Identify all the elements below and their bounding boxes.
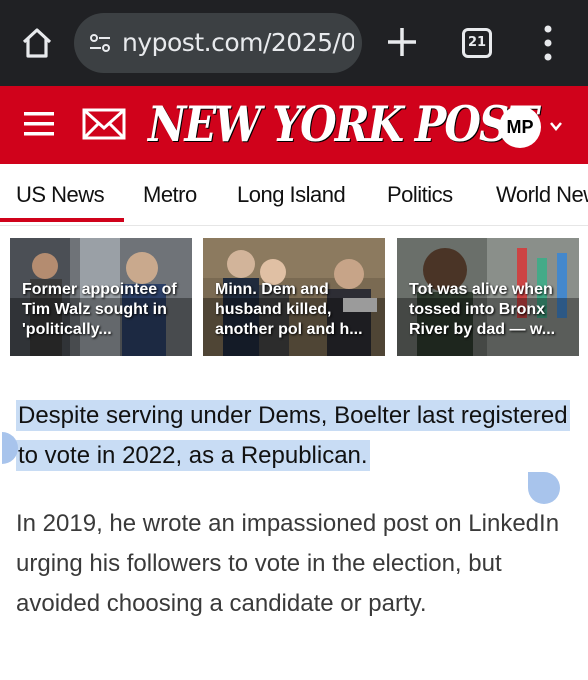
nav-item-metro[interactable]: Metro — [143, 182, 197, 208]
mail-icon[interactable] — [82, 108, 126, 140]
home-icon[interactable] — [20, 26, 54, 60]
address-bar[interactable]: nypost.com/2025/0 — [74, 13, 362, 73]
plus-icon[interactable] — [384, 24, 420, 60]
chevron-down-icon[interactable] — [549, 119, 563, 133]
active-tab-indicator — [0, 218, 124, 222]
nav-item-politics[interactable]: Politics — [387, 182, 453, 208]
story-card[interactable]: Former appointee of Tim Walz sought in '… — [10, 238, 192, 356]
browser-toolbar: nypost.com/2025/0 21 — [0, 0, 588, 86]
text-selection[interactable]: Despite serving under Dems, Boelter last… — [16, 400, 570, 471]
story-headline[interactable]: Tot was alive when tossed into Bronx Riv… — [409, 280, 571, 340]
site-header: NEW YORK POST MP — [0, 86, 588, 164]
tab-count: 21 — [467, 35, 487, 50]
url-text[interactable]: nypost.com/2025/0 — [122, 28, 354, 57]
story-card[interactable]: Tot was alive when tossed into Bronx Riv… — [397, 238, 579, 356]
article-paragraph[interactable]: In 2019, he wrote an impassioned post on… — [16, 504, 576, 624]
story-headline[interactable]: Minn. Dem and husband killed, another po… — [215, 280, 377, 340]
article-body: Despite serving under Dems, Boelter last… — [0, 380, 588, 680]
story-card[interactable]: Minn. Dem and husband killed, another po… — [203, 238, 385, 356]
hamburger-icon[interactable] — [24, 109, 54, 139]
nav-item-world-news[interactable]: World News — [496, 182, 588, 208]
selection-end-handle[interactable] — [528, 472, 560, 504]
section-nav: US News Metro Long Island Politics World… — [0, 164, 588, 226]
more-vert-icon[interactable] — [538, 24, 558, 62]
tune-icon[interactable] — [88, 31, 112, 55]
story-headline[interactable]: Former appointee of Tim Walz sought in '… — [22, 280, 184, 340]
avatar[interactable]: MP — [499, 106, 541, 148]
nav-item-us-news[interactable]: US News — [16, 182, 105, 208]
site-logo[interactable]: NEW YORK POST — [148, 96, 539, 152]
nav-item-long-island[interactable]: Long Island — [237, 182, 346, 208]
story-carousel: Former appointee of Tim Walz sought in '… — [0, 226, 588, 366]
article-paragraph[interactable]: Despite serving under Dems, Boelter last… — [16, 396, 576, 476]
tab-switcher-icon[interactable]: 21 — [462, 28, 492, 58]
